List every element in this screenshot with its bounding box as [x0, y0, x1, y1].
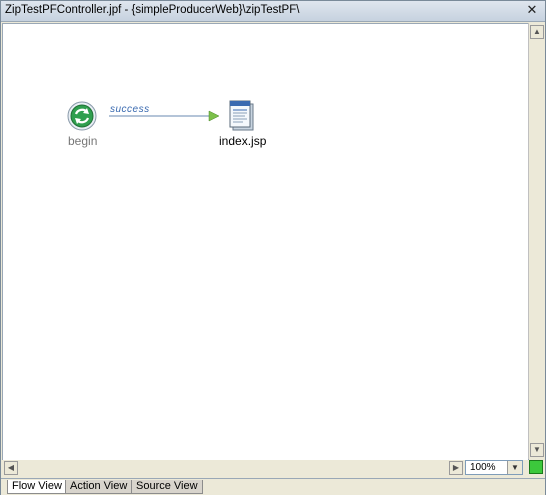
tab-source-view[interactable]: Source View [131, 480, 203, 494]
success-transition-label[interactable]: success [110, 104, 150, 115]
flow-canvas[interactable]: begin success index.jsp [2, 23, 529, 461]
scroll-down-icon[interactable]: ▼ [530, 443, 544, 457]
zoom-select[interactable]: 100% ▼ [465, 460, 523, 475]
chevron-down-icon[interactable]: ▼ [507, 461, 522, 474]
zoom-value: 100% [470, 462, 496, 473]
begin-node-label: begin [68, 134, 98, 148]
scroll-left-icon[interactable]: ◀ [4, 461, 18, 475]
editor-window: ZipTestPFController.jpf - {simpleProduce… [0, 0, 546, 495]
scroll-up-icon[interactable]: ▲ [530, 25, 544, 39]
title-bar: ZipTestPFController.jpf - {simpleProduce… [1, 1, 545, 22]
tab-action-view[interactable]: Action View [65, 480, 133, 494]
view-tabs: Flow View Action View Source View [1, 478, 545, 495]
close-icon[interactable]: ✕ [525, 3, 539, 17]
window-title: ZipTestPFController.jpf - {simpleProduce… [5, 4, 300, 16]
jsp-page-node-label: index.jsp [219, 134, 267, 148]
begin-node-icon[interactable] [67, 101, 97, 131]
jsp-page-node-icon[interactable] [227, 100, 257, 132]
vertical-scrollbar[interactable]: ▲ ▼ [528, 23, 545, 459]
horizontal-scrollbar[interactable]: ◀ ▶ 100% ▼ [2, 460, 544, 476]
tab-flow-view[interactable]: Flow View [7, 480, 67, 494]
status-indicator-icon [529, 460, 543, 474]
scroll-right-icon[interactable]: ▶ [449, 461, 463, 475]
